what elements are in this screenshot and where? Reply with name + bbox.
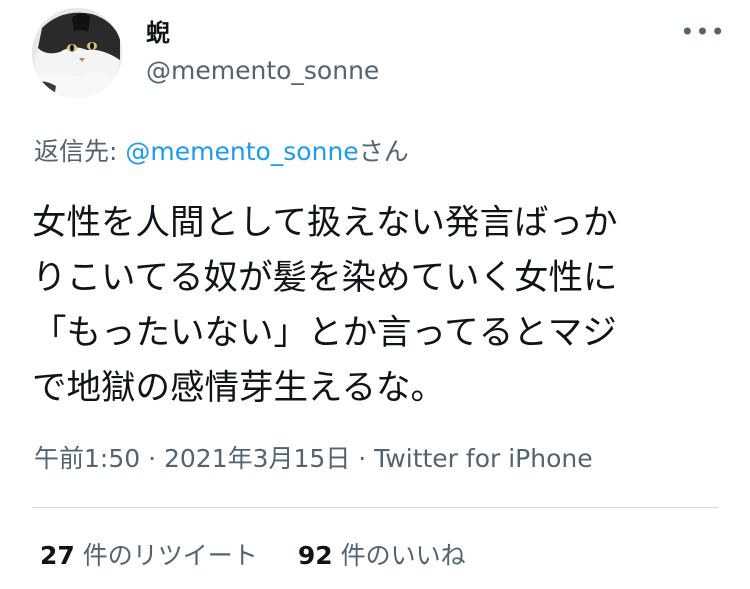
tweet-date[interactable]: 2021年3月15日 (164, 444, 350, 473)
retweets-label: 件のリツイート (82, 541, 258, 570)
likes-count: 92 (297, 541, 333, 570)
avatar[interactable] (32, 8, 122, 98)
display-name[interactable]: 蜺 (146, 18, 170, 48)
retweets-count: 27 (40, 541, 75, 570)
tweet-text-line: 「もったいない」とか言ってるとマジ (32, 313, 617, 353)
engagement-stats: 27 件のリツイート 92 件のいいね (40, 540, 466, 572)
user-handle[interactable]: @memento_sonne (146, 55, 379, 87)
meta-separator: · (350, 444, 375, 473)
tweet-text-line: りこいてる奴が髪を染めていく女性に (32, 258, 618, 298)
tweet-source[interactable]: Twitter for iPhone (374, 444, 592, 473)
reply-suffix: さん (358, 137, 409, 166)
meta-separator: · (140, 444, 164, 473)
tweet-text-line: で地獄の感情芽生えるな。 (32, 368, 445, 408)
reply-prefix: 返信先: (34, 137, 126, 166)
tweet-metadata: 午前1:50 · 2021年3月15日 · Twitter for iPhone (34, 443, 593, 475)
more-horizontal-icon: ••• (680, 18, 726, 46)
tweet-text: 女性を人間として扱えない発言ばっか りこいてる奴が髪を染めていく女性に 「もった… (32, 196, 722, 416)
reply-mention-link[interactable]: @memento_sonne (125, 137, 358, 166)
more-options-button[interactable]: ••• (680, 18, 726, 46)
likes-stat[interactable]: 92 件のいいね (298, 540, 466, 572)
cat-avatar-icon (32, 8, 122, 98)
likes-label: 件のいいね (340, 541, 466, 570)
retweets-stat[interactable]: 27 件のリツイート (40, 540, 258, 572)
tweet-text-line: 女性を人間として扱えない発言ばっか (32, 203, 618, 243)
divider (32, 507, 718, 508)
reply-to-line: 返信先: @memento_sonneさん (34, 136, 409, 168)
tweet-time[interactable]: 午前1:50 (34, 444, 140, 473)
